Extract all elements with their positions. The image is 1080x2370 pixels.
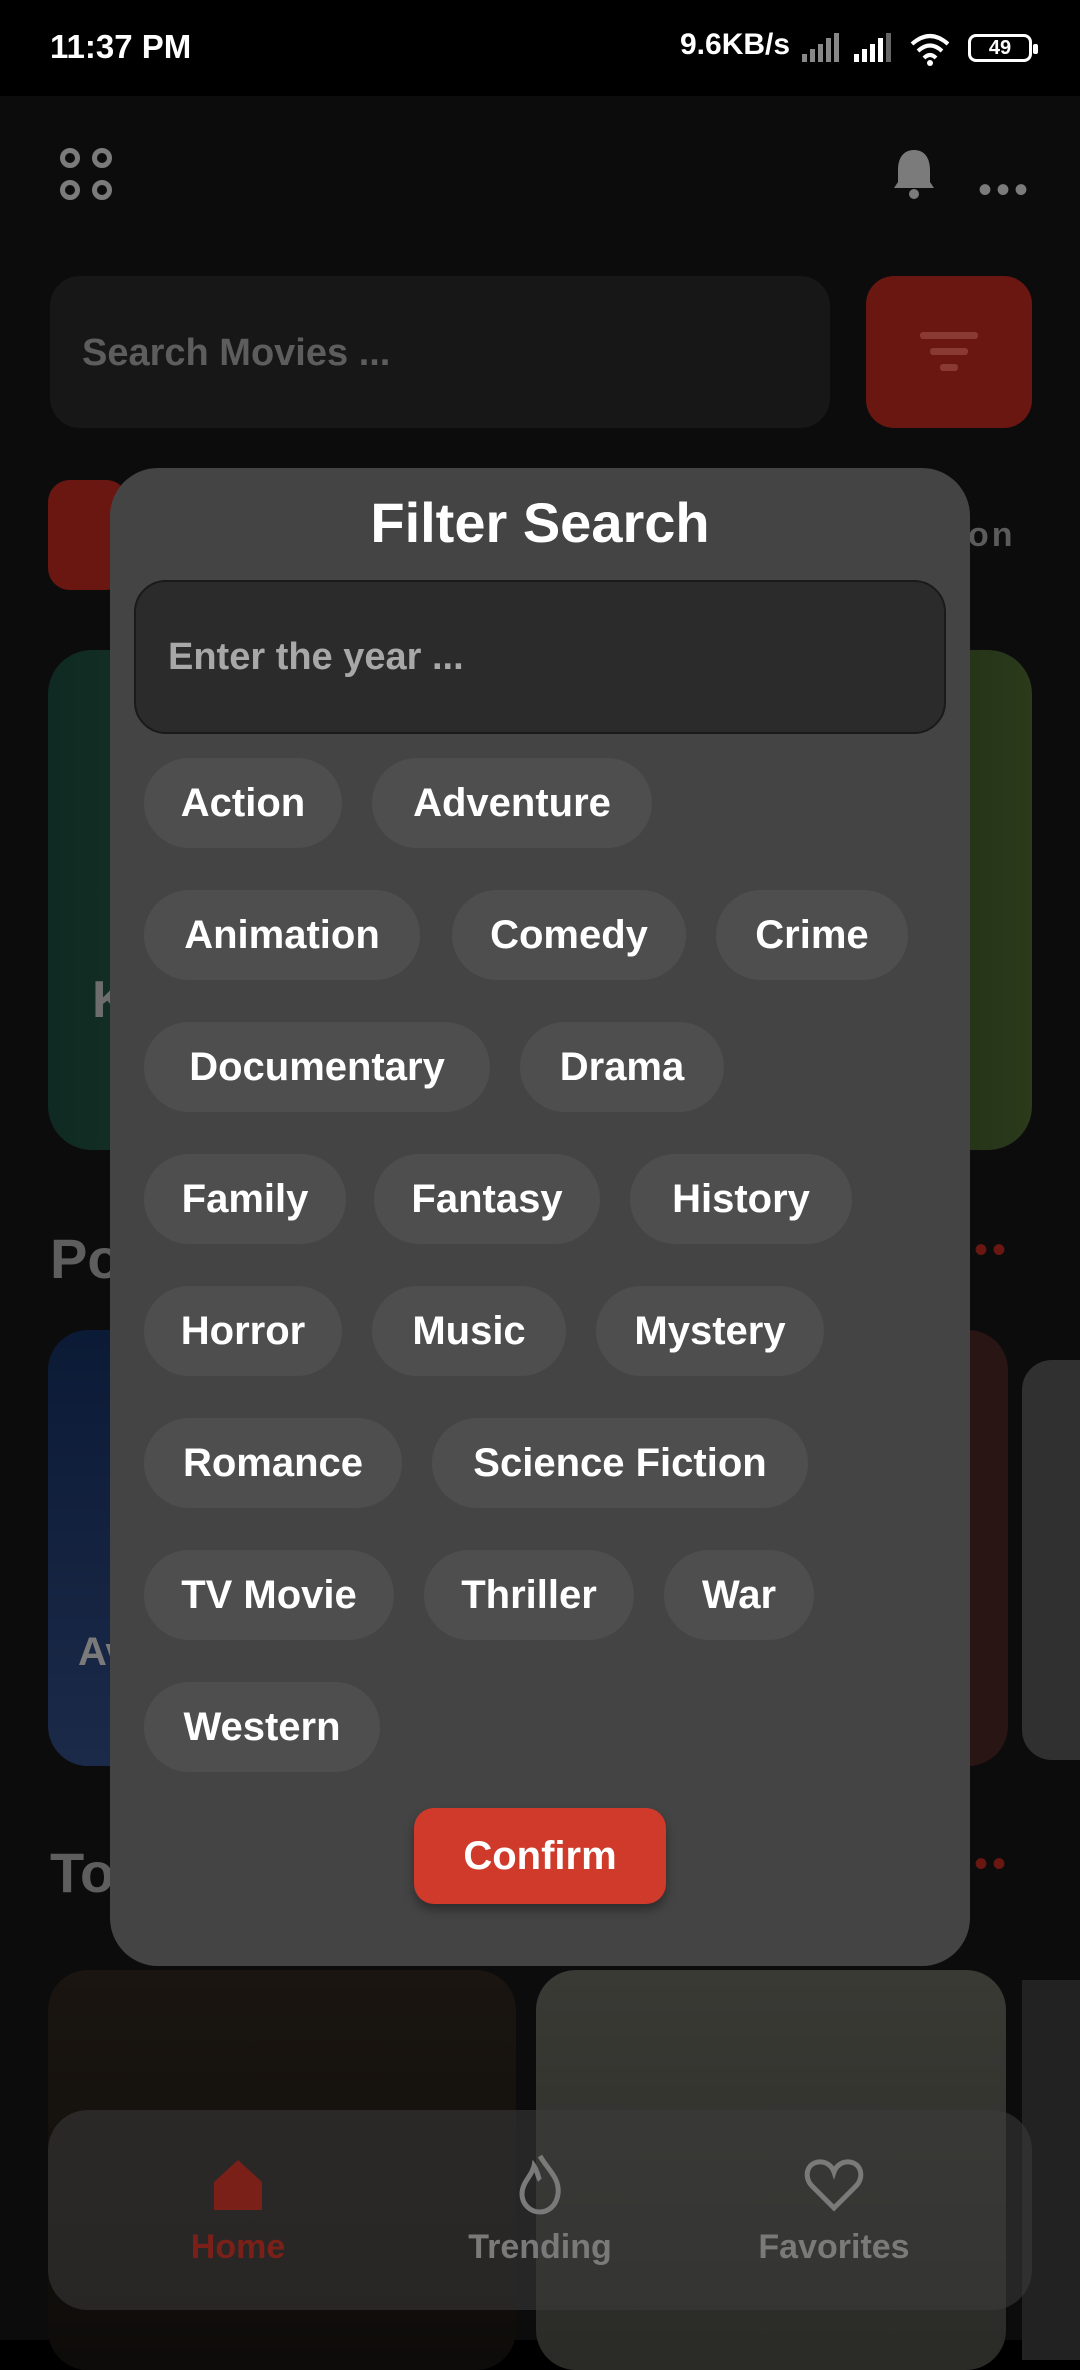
signal-icon <box>854 33 891 62</box>
filter-button[interactable] <box>866 276 1032 428</box>
nav-favorites[interactable]: Favorites <box>684 2110 984 2310</box>
flame-icon <box>519 2154 561 2215</box>
category-tab[interactable]: on <box>968 516 1016 555</box>
year-input[interactable] <box>134 580 946 734</box>
dialog-title: Filter Search <box>370 491 710 554</box>
network-speed: 9.6KB/s <box>680 28 791 61</box>
bottom-navigation: Home Trending Favorites <box>48 2110 1032 2310</box>
genre-chip-history[interactable]: History <box>630 1154 852 1244</box>
top-rated-more-icon[interactable]: •• <box>974 1842 1010 1887</box>
top-rated-section-title: To <box>50 1841 115 1904</box>
nav-trending-label: Trending <box>468 2228 612 2266</box>
genre-chip-animation[interactable]: Animation <box>144 890 420 980</box>
genre-chip-drama[interactable]: Drama <box>520 1022 724 1112</box>
status-time: 11:37 PM <box>50 28 192 65</box>
home-icon <box>214 2160 262 2210</box>
genre-chip-romance[interactable]: Romance <box>144 1418 402 1508</box>
genre-chip-documentary[interactable]: Documentary <box>144 1022 490 1112</box>
status-bar: 11:37 PM 9.6KB/s 49 <box>0 0 1080 96</box>
nav-home-label: Home <box>190 2228 286 2266</box>
genre-chip-action[interactable]: Action <box>144 758 342 848</box>
genre-chip-music[interactable]: Music <box>372 1286 566 1376</box>
genre-chip-science-fiction[interactable]: Science Fiction <box>432 1418 808 1508</box>
nav-favorites-label: Favorites <box>758 2228 910 2266</box>
more-options-icon[interactable]: ••• <box>978 168 1032 213</box>
genre-chip-horror[interactable]: Horror <box>144 1286 342 1376</box>
genre-chip-thriller[interactable]: Thriller <box>424 1550 634 1640</box>
nav-trending[interactable]: Trending <box>390 2110 690 2310</box>
wifi-icon <box>910 34 950 66</box>
genre-chip-comedy[interactable]: Comedy <box>452 890 686 980</box>
heart-icon <box>804 2159 864 2212</box>
movie-card[interactable] <box>1022 1360 1080 1760</box>
genre-chip-mystery[interactable]: Mystery <box>596 1286 824 1376</box>
filter-search-dialog: Filter Search Action Adventure Animation… <box>110 468 970 1966</box>
popular-more-icon[interactable]: •• <box>974 1228 1010 1273</box>
bell-icon[interactable] <box>890 146 938 200</box>
genre-chip-family[interactable]: Family <box>144 1154 346 1244</box>
menu-grid-icon[interactable] <box>60 148 116 204</box>
filter-icon <box>920 332 978 371</box>
genre-chip-fantasy[interactable]: Fantasy <box>374 1154 600 1244</box>
genre-chip-crime[interactable]: Crime <box>716 890 908 980</box>
battery-icon: 49 <box>968 34 1038 62</box>
search-placeholder: Search Movies ... <box>82 332 391 374</box>
genre-chip-war[interactable]: War <box>664 1550 814 1640</box>
search-movies-input[interactable]: Search Movies ... <box>50 276 830 428</box>
confirm-button[interactable]: Confirm <box>414 1808 666 1904</box>
signal-weak-icon <box>802 33 839 62</box>
genre-chip-adventure[interactable]: Adventure <box>372 758 652 848</box>
genre-chip-tv-movie[interactable]: TV Movie <box>144 1550 394 1640</box>
nav-home[interactable]: Home <box>88 2110 388 2310</box>
genre-chip-western[interactable]: Western <box>144 1682 380 1772</box>
